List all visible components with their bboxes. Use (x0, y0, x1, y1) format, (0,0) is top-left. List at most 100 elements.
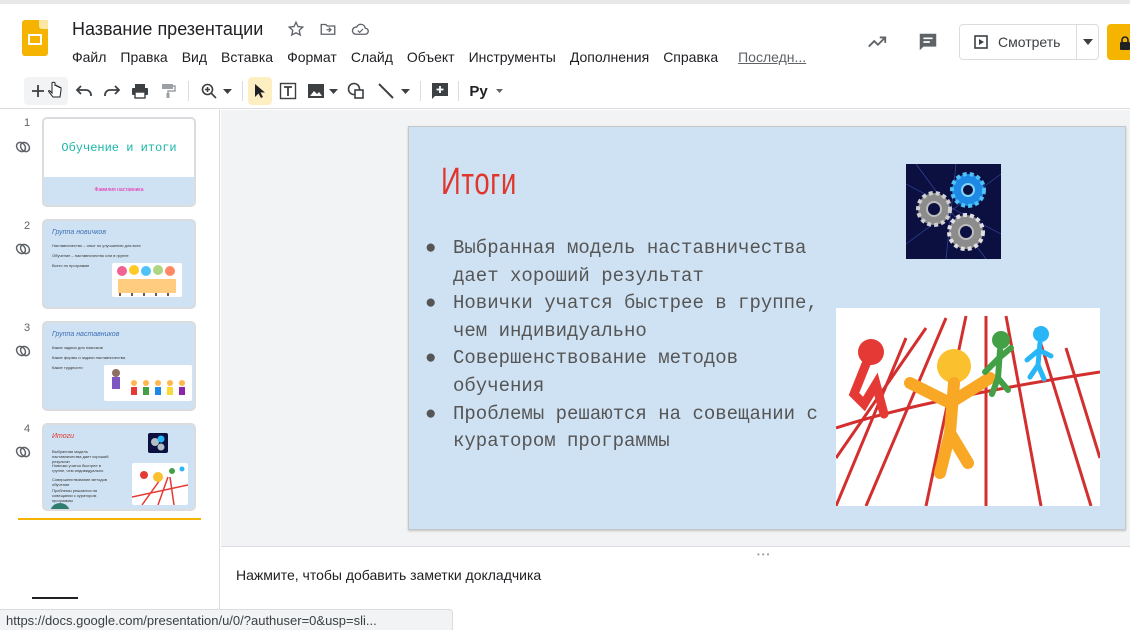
hand-cursor-icon (47, 81, 61, 98)
bullet-item: ● Выбранная модель наставничества дает хо… (425, 237, 807, 287)
thumb-line: Всего по программе (52, 263, 90, 268)
gears-image[interactable] (906, 164, 1001, 259)
document-title[interactable]: Название презентации (72, 19, 263, 40)
star-icon[interactable] (286, 19, 306, 39)
chevron-down-icon (400, 88, 410, 94)
select-tool-button[interactable] (248, 77, 272, 105)
thumb-line: Обучение – наставничество или в группе (52, 253, 129, 258)
notes-resize-handle[interactable]: ••• (221, 546, 1130, 559)
print-icon (132, 84, 148, 99)
current-slide[interactable]: Итоги ● Выбранная модель наставничества д… (408, 126, 1126, 530)
menu-object[interactable]: Объект (407, 49, 455, 65)
gear-icon (950, 172, 986, 208)
print-button[interactable] (128, 77, 152, 105)
textbox-icon (279, 82, 297, 100)
share-button[interactable] (1107, 24, 1130, 60)
menu-edit[interactable]: Правка (120, 49, 167, 65)
redo-button[interactable] (100, 77, 124, 105)
gear-icon (916, 191, 952, 227)
thumb-line: Какие формы и задачи наставничества (52, 355, 126, 360)
present-icon (974, 35, 988, 49)
paint-format-button[interactable] (156, 77, 180, 105)
menu-tools[interactable]: Инструменты (469, 49, 556, 65)
new-slide-button[interactable] (24, 77, 68, 105)
plus-icon (31, 85, 44, 97)
link-icon (15, 345, 31, 357)
bullet-text: Новички учатся быстрее в группе, чем инд… (453, 292, 818, 342)
slides-logo-icon[interactable] (22, 20, 48, 56)
thumb-line: Наставничество – опыт по улучшению для в… (52, 243, 141, 248)
slide-thumbnail-2[interactable]: Группа новичков Наставничество – опыт по… (42, 219, 196, 309)
drag-handle-icon: ••• (757, 550, 772, 559)
line-button[interactable] (372, 77, 414, 105)
insert-image-button[interactable] (304, 77, 340, 105)
image-icon (307, 84, 324, 98)
shape-button[interactable] (344, 77, 368, 105)
slide-number: 1 (24, 117, 31, 129)
thumb-title: Группа наставников (52, 331, 120, 338)
slide-bullet-list[interactable]: ● Выбранная модель наставничества дает хо… (423, 235, 833, 456)
menu-addons[interactable]: Дополнения (570, 49, 649, 65)
comments-icon[interactable] (916, 30, 940, 54)
thumb-gears-image (148, 433, 168, 453)
lock-icon (1120, 36, 1130, 50)
textbox-button[interactable] (276, 77, 300, 105)
thumb-image (104, 365, 192, 401)
thumb-logo-image (50, 503, 70, 509)
slides-app: Название презентации Файл Правка Вид Вст… (0, 0, 1130, 630)
slide-number: 3 (24, 322, 31, 334)
undo-button[interactable] (72, 77, 96, 105)
red-runner (848, 339, 889, 419)
menu-insert[interactable]: Вставка (221, 49, 273, 65)
bullet-item: ● Проблемы решаются на совещании с курато… (425, 402, 818, 453)
menu-slide[interactable]: Слайд (351, 49, 393, 65)
title-actions (286, 19, 370, 39)
thumb-line: Новички учатся быстрее в группе, чем инд… (52, 463, 104, 473)
menu-format[interactable]: Формат (287, 49, 337, 65)
undo-icon (75, 85, 92, 96)
bullet-text: Выбранная модель наставничества дает хор… (453, 237, 807, 287)
thumb-title: Обучение и итоги (61, 141, 177, 155)
bullet-text: Совершенствование методов обучения (453, 347, 739, 397)
present-dropdown[interactable] (1077, 39, 1098, 45)
slide-number: 2 (24, 220, 31, 232)
toolbar: Ру (0, 72, 1130, 109)
chevron-down-icon (328, 88, 338, 94)
bullet-text: Проблемы решаются на совещании с куратор… (453, 402, 818, 453)
speaker-notes-field[interactable]: Нажмите, чтобы добавить заметки докладчи… (236, 567, 541, 583)
shape-icon (347, 82, 364, 99)
present-main[interactable]: Смотреть (960, 25, 1077, 59)
menu-file[interactable]: Файл (72, 49, 106, 65)
input-tools-label: Ру (469, 82, 488, 100)
thumb-line: Какие трудности (52, 365, 83, 370)
top-bar: Название презентации Файл Правка Вид Вст… (0, 0, 1130, 72)
link-icon (15, 446, 31, 458)
paint-format-icon (162, 84, 176, 98)
race-finish-image[interactable] (836, 308, 1100, 506)
zoom-button[interactable] (196, 77, 236, 105)
yellow-runner (904, 349, 996, 479)
link-icon (15, 243, 31, 255)
slide-canvas: Итоги ● Выбранная модель наставничества д… (221, 110, 1130, 546)
slide-thumbnail-3[interactable]: Группа наставников Какие задачи для нови… (42, 321, 196, 411)
add-comment-button[interactable] (428, 77, 452, 105)
thumb-line: Совершенствование методов обучения (52, 477, 107, 487)
move-folder-icon[interactable] (318, 19, 338, 39)
present-button[interactable]: Смотреть (959, 24, 1099, 60)
last-edit-link[interactable]: Последн... (738, 49, 806, 65)
filmstrip-view-toggle[interactable] (32, 597, 78, 599)
menu-view[interactable]: Вид (182, 49, 207, 65)
activity-trend-icon[interactable] (865, 30, 889, 54)
menu-help[interactable]: Справка (663, 49, 718, 65)
thumb-line: Проблемы решаются на совещании с куратор… (52, 488, 98, 503)
redo-icon (104, 85, 121, 96)
drop-indicator (18, 518, 201, 520)
bullet-item: ● Новички учатся быстрее в группе, чем ин… (425, 292, 818, 342)
slide-title[interactable]: Итоги (441, 161, 517, 204)
thumb-line: Какие задачи для новичков (52, 345, 103, 350)
slide-thumbnail-1[interactable]: Обучение и итоги Фамилия наставника (42, 117, 196, 207)
input-tools-button[interactable]: Ру (464, 77, 508, 105)
cloud-saved-icon[interactable] (350, 19, 370, 39)
gear-icon (947, 213, 985, 251)
slide-thumbnail-4[interactable]: Итоги Выбранная модель наставничества да… (42, 423, 196, 511)
